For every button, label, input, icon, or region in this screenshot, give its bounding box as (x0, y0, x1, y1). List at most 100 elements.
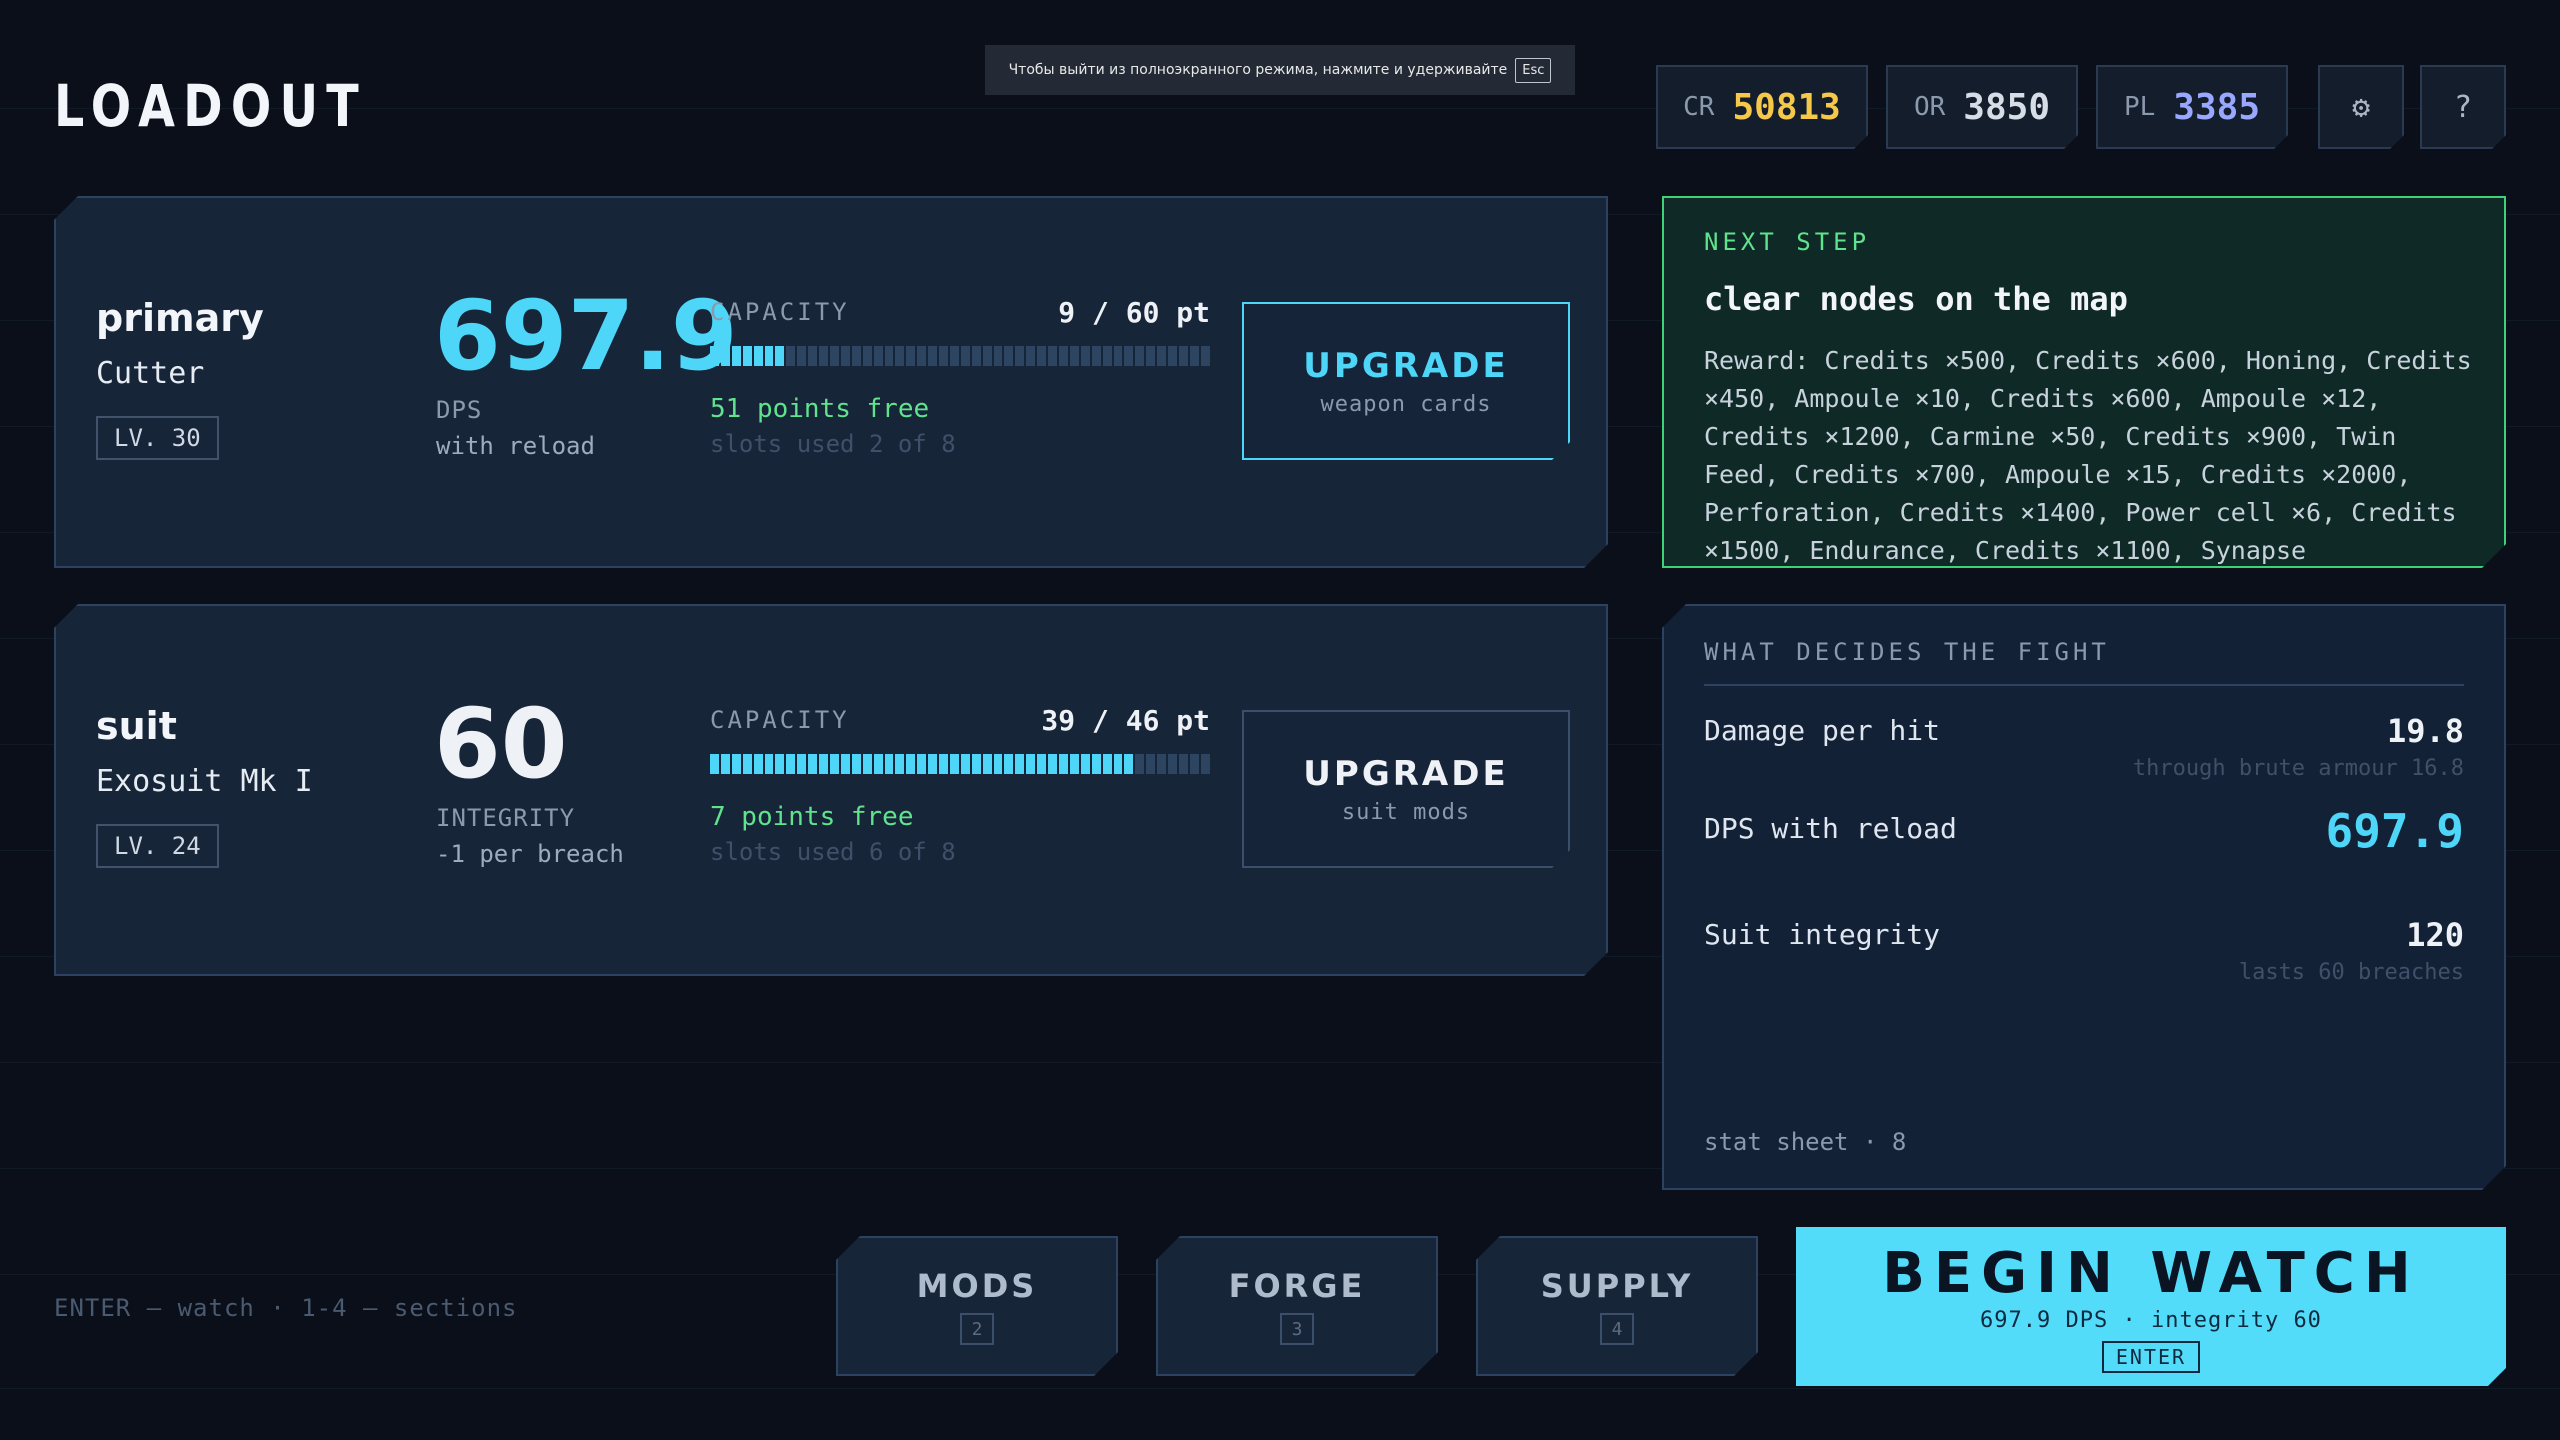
capacity-segment (1015, 346, 1024, 366)
capacity-segment (710, 754, 719, 774)
capacity-segment (1004, 754, 1013, 774)
capacity-segment (1059, 346, 1068, 366)
capacity-segment (1168, 346, 1177, 366)
capacity-segment (1048, 754, 1057, 774)
capacity-value: 39 / 46 pt (1041, 704, 1210, 737)
capacity-segment (852, 754, 861, 774)
capacity-segment (1168, 754, 1177, 774)
capacity-segment (852, 346, 861, 366)
capacity-segment (1037, 346, 1046, 366)
stat-value-damage: 19.8 (2386, 712, 2464, 750)
capacity-segment (961, 346, 970, 366)
fullscreen-exit-banner: Чтобы выйти из полноэкранного режима, на… (985, 45, 1575, 95)
forge-label: FORGE (1228, 1267, 1366, 1305)
currency-pl-label: PL (2123, 92, 2156, 122)
currency-or-label: OR (1913, 92, 1946, 122)
capacity-segment (1146, 346, 1155, 366)
capacity-segment (928, 346, 937, 366)
mods-key: 2 (960, 1313, 994, 1345)
currency-cr-value: 50813 (1732, 86, 1841, 128)
enter-key-badge: ENTER (2102, 1341, 2200, 1373)
capacity-label: CAPACITY (710, 706, 850, 734)
dps-label: DPS (436, 396, 483, 424)
capacity-segment (994, 754, 1003, 774)
capacity-segment (1124, 754, 1133, 774)
mods-button[interactable]: MODS 2 (836, 1236, 1118, 1376)
next-step-title: clear nodes on the map (1704, 280, 2128, 318)
stat-label-integrity: Suit integrity (1704, 918, 1941, 951)
currency-or: OR 3850 (1886, 65, 2078, 149)
stat-sub-integrity: lasts 60 breaches (2238, 960, 2464, 985)
capacity-segment (732, 754, 741, 774)
forge-button[interactable]: FORGE 3 (1156, 1236, 1438, 1376)
dps-sublabel: with reload (436, 432, 595, 460)
capacity-segment (732, 346, 741, 366)
capacity-segment (1103, 754, 1112, 774)
slot-name: suit (96, 704, 177, 748)
capacity-segment (1015, 754, 1024, 774)
capacity-segment (983, 754, 992, 774)
capacity-segment (939, 754, 948, 774)
capacity-segment (1146, 754, 1155, 774)
capacity-segment (1135, 346, 1144, 366)
capacity-segment (808, 346, 817, 366)
capacity-segment (775, 346, 784, 366)
capacity-label: CAPACITY (710, 298, 850, 326)
capacity-segment (808, 754, 817, 774)
fight-stats-heading: WHAT DECIDES THE FIGHT (1704, 638, 2110, 666)
esc-key-badge: Esc (1515, 57, 1552, 83)
capacity-segment (1048, 346, 1057, 366)
help-button[interactable]: ? (2420, 65, 2506, 149)
fight-stats-panel: WHAT DECIDES THE FIGHT Damage per hit 19… (1662, 604, 2506, 1190)
currency-or-value: 3850 (1963, 86, 2050, 128)
upgrade-suit-button[interactable]: UPGRADE suit mods (1242, 710, 1570, 868)
capacity-segment (972, 754, 981, 774)
capacity-segment (1026, 754, 1035, 774)
capacity-segment (961, 754, 970, 774)
capacity-segment (1190, 754, 1199, 774)
capacity-segment (1081, 754, 1090, 774)
currency-cr: CR 50813 (1656, 65, 1868, 149)
next-step-reward: Reward: Credits ×500, Credits ×600, Honi… (1704, 346, 2472, 565)
upgrade-sublabel: weapon cards (1320, 391, 1492, 417)
upgrade-sublabel: suit mods (1341, 799, 1471, 825)
capacity-segment (906, 346, 915, 366)
capacity-segment (1004, 346, 1013, 366)
capacity-segment (830, 754, 839, 774)
upgrade-weapon-button[interactable]: UPGRADE weapon cards (1242, 302, 1570, 460)
suit-card[interactable]: suit Exosuit Mk I LV. 24 60 INTEGRITY -1… (54, 604, 1608, 976)
slots-used: slots used 2 of 8 (710, 430, 956, 458)
capacity-segment (950, 754, 959, 774)
capacity-segment (1092, 754, 1101, 774)
capacity-segment (972, 346, 981, 366)
capacity-segment (885, 346, 894, 366)
capacity-segment (786, 346, 795, 366)
begin-watch-button[interactable]: BEGIN WATCH 697.9 DPS · integrity 60 ENT… (1796, 1227, 2506, 1386)
supply-key: 4 (1600, 1313, 1634, 1345)
capacity-segment (1026, 346, 1035, 366)
capacity-segment (1114, 346, 1123, 366)
stat-sub-damage: through brute armour 16.8 (2132, 756, 2464, 781)
slots-used: slots used 6 of 8 (710, 838, 956, 866)
divider (1704, 684, 2464, 686)
capacity-segment (819, 754, 828, 774)
capacity-segment (928, 754, 937, 774)
capacity-segment (874, 754, 883, 774)
capacity-segment (1201, 346, 1210, 366)
capacity-bar (710, 754, 1210, 774)
capacity-segment (765, 346, 774, 366)
currency-cr-label: CR (1683, 92, 1715, 122)
page-title: LOADOUT (54, 72, 367, 140)
supply-button[interactable]: SUPPLY 4 (1476, 1236, 1758, 1376)
capacity-segment (863, 754, 872, 774)
settings-button[interactable]: ⚙ (2318, 65, 2404, 149)
capacity-segment (895, 754, 904, 774)
integrity-sublabel: -1 per breach (436, 840, 624, 868)
forge-key: 3 (1280, 1313, 1314, 1345)
capacity-segment (939, 346, 948, 366)
fullscreen-banner-text: Чтобы выйти из полноэкранного режима, на… (1008, 62, 1508, 78)
capacity-segment (797, 754, 806, 774)
item-name: Cutter (96, 356, 205, 391)
primary-weapon-card[interactable]: primary Cutter LV. 30 697.9 DPS with rel… (54, 196, 1608, 568)
capacity-segment (754, 346, 763, 366)
